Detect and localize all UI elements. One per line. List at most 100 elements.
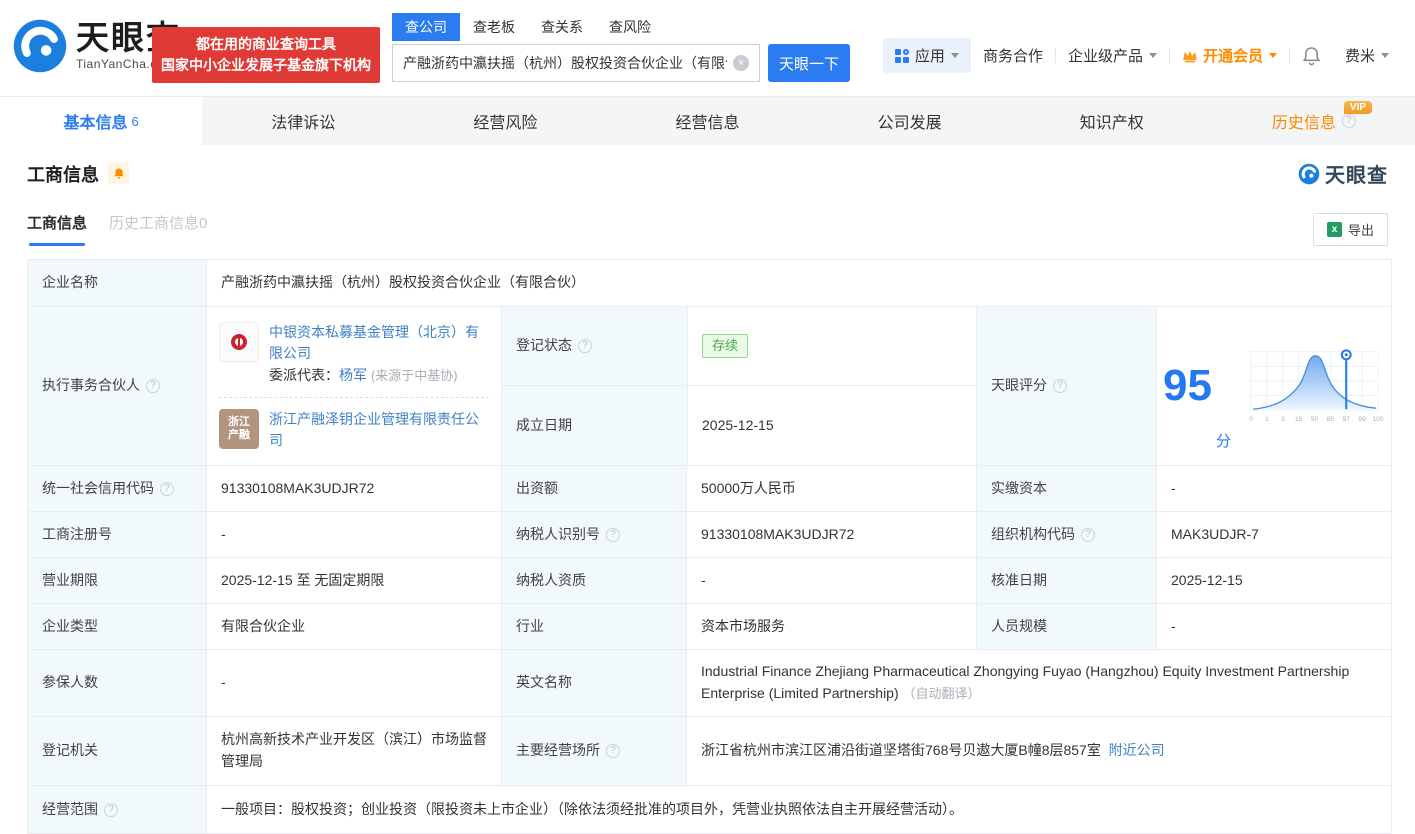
field-label: 纳税人识别号 (501, 512, 686, 557)
field-label: 天眼评分 (976, 307, 1156, 465)
help-icon[interactable] (606, 744, 620, 758)
score-value: 95 (1163, 364, 1212, 408)
nav-enterprise-products[interactable]: 企业级产品 (1056, 45, 1169, 66)
help-icon[interactable] (1342, 114, 1356, 128)
tab-history-info[interactable]: 历史信息 VIP (1213, 97, 1415, 145)
capital-value: 50000万人民币 (686, 466, 976, 511)
slogan-line1: 都在用的商业查询工具 (158, 34, 374, 55)
tianyancha-logo-icon (1298, 163, 1320, 185)
subtab-business-info[interactable]: 工商信息 (27, 212, 87, 246)
search-tab-boss[interactable]: 查老板 (460, 13, 528, 41)
search-tabs: 查公司 查老板 查关系 查风险 (392, 13, 850, 41)
taxpayer-id-value: 91330108MAK3UDJR72 (686, 512, 976, 557)
help-icon[interactable] (1081, 528, 1095, 542)
field-label: 经营范围 (28, 786, 206, 833)
tab-operating-info[interactable]: 经营信息 (606, 97, 808, 145)
search-tab-risk[interactable]: 查风险 (596, 13, 664, 41)
table-row: 营业期限 2025-12-15 至 无固定期限 纳税人资质 - 核准日期 202… (28, 558, 1391, 604)
company-name-value: 产融浙药中瀛扶摇（杭州）股权投资合伙企业（有限合伙） (206, 260, 1392, 306)
field-label: 参保人数 (28, 650, 206, 716)
export-button[interactable]: 导出 (1313, 213, 1388, 246)
business-address-value: 浙江省杭州市滨江区浦沿街道坚塔街768号贝遨大厦B幢8层857室 附近公司 (686, 717, 1392, 785)
help-icon[interactable] (1053, 379, 1067, 393)
svg-text:0: 0 (1249, 416, 1253, 423)
svg-text:1: 1 (1265, 416, 1269, 423)
subscribe-bell-icon[interactable] (108, 163, 129, 184)
tianyancha-watermark: 天眼查 (1298, 159, 1388, 188)
apps-grid-icon (895, 49, 909, 63)
nav-cooperation[interactable]: 商务合作 (971, 45, 1055, 66)
slogan-banner: 都在用的商业查询工具 国家中小企业发展子基金旗下机构 (152, 27, 380, 83)
subtab-history-business-info[interactable]: 历史工商信息0 (109, 212, 207, 246)
taxpayer-qualification-value: - (686, 558, 976, 603)
nav-open-vip[interactable]: 开通会员 (1170, 45, 1289, 66)
field-label: 企业类型 (28, 604, 206, 649)
chevron-down-icon (1269, 53, 1277, 58)
field-label: 登记状态 (502, 307, 687, 386)
tianyancha-logo-icon (12, 18, 68, 74)
search-tab-relation[interactable]: 查关系 (528, 13, 596, 41)
company-tab-bar: 基本信息 6 法律诉讼 经营风险 经营信息 公司发展 知识产权 历史信息 VIP (0, 96, 1415, 145)
svg-text:97: 97 (1343, 416, 1351, 423)
field-label: 组织机构代码 (976, 512, 1156, 557)
search-input[interactable]: 产融浙药中瀛扶摇（杭州）股权投资合伙企业（有限合 (392, 44, 760, 82)
registration-authority-value: 杭州高新技术产业开发区（滨江）市场监督管理局 (206, 717, 501, 785)
field-label: 行业 (501, 604, 686, 649)
score-distribution-chart: 0 1 3 15 50 85 97 99 100 (1243, 345, 1386, 427)
tab-legal-proceedings[interactable]: 法律诉讼 (202, 97, 404, 145)
help-icon[interactable] (104, 803, 118, 817)
english-name-value: Industrial Finance Zhejiang Pharmaceutic… (686, 650, 1392, 716)
nearby-companies-link[interactable]: 附近公司 (1109, 742, 1165, 758)
tab-intellectual-property[interactable]: 知识产权 (1011, 97, 1213, 145)
nav-user[interactable]: 费米 (1333, 45, 1401, 66)
partner-logo (219, 322, 259, 362)
field-label: 统一社会信用代码 (28, 466, 206, 511)
tab-company-development[interactable]: 公司发展 (809, 97, 1011, 145)
field-label: 人员规模 (976, 604, 1156, 649)
status-badge: 存续 (702, 334, 748, 358)
search-area: 查公司 查老板 查关系 查风险 产融浙药中瀛扶摇（杭州）股权投资合伙企业（有限合… (392, 13, 850, 82)
industry-value: 资本市场服务 (686, 604, 976, 649)
table-row: 执行事务合伙人 中银资本私募基金管理（北京）有限公司 委派代表：杨军 (来源于中… (28, 307, 1391, 466)
table-row: 企业类型 有限合伙企业 行业 资本市场服务 人员规模 - (28, 604, 1391, 650)
partner-item: 中银资本私募基金管理（北京）有限公司 委派代表：杨军 (来源于中基协) (219, 311, 489, 397)
partner-link[interactable]: 浙江产融泽钥企业管理有限责任公司 (269, 411, 479, 448)
top-nav: 应用 商务合作 企业级产品 开通会员 费米 (883, 38, 1401, 73)
tab-basic-info[interactable]: 基本信息 6 (0, 97, 202, 145)
svg-text:50: 50 (1311, 416, 1319, 423)
help-icon[interactable] (606, 528, 620, 542)
field-label: 出资额 (501, 466, 686, 511)
field-label: 营业期限 (28, 558, 206, 603)
staff-size-value: - (1156, 604, 1392, 649)
insured-count-value: - (206, 650, 501, 716)
section-title: 工商信息 (27, 161, 99, 187)
partner-link[interactable]: 中银资本私募基金管理（北京）有限公司 (269, 324, 479, 361)
page-header: 天眼查 TianYanCha.com 都在用的商业查询工具 国家中小企业发展子基… (0, 0, 1415, 96)
approval-date-value: 2025-12-15 (1156, 558, 1392, 603)
field-label: 工商注册号 (28, 512, 206, 557)
search-button[interactable]: 天眼一下 (768, 44, 850, 82)
help-icon[interactable] (160, 482, 174, 496)
boc-emblem-icon (231, 334, 247, 350)
reg-no-value: - (206, 512, 501, 557)
notification-bell-icon[interactable] (1290, 46, 1333, 66)
help-icon[interactable] (146, 379, 160, 393)
nav-apps[interactable]: 应用 (883, 38, 971, 73)
vip-badge: VIP (1344, 101, 1372, 114)
search-tab-company[interactable]: 查公司 (392, 13, 460, 41)
org-code-value: MAK3UDJR-7 (1156, 512, 1392, 557)
representative-link[interactable]: 杨军 (339, 367, 367, 383)
field-label: 成立日期 (502, 386, 687, 465)
table-row: 参保人数 - 英文名称 Industrial Finance Zhejiang … (28, 650, 1391, 717)
table-row: 统一社会信用代码 91330108MAK3UDJR72 出资额 50000万人民… (28, 466, 1391, 512)
field-label: 英文名称 (501, 650, 686, 716)
status-value: 存续 (687, 307, 976, 386)
company-type-value: 有限合伙企业 (206, 604, 501, 649)
tab-operating-risk[interactable]: 经营风险 (404, 97, 606, 145)
help-icon[interactable] (578, 339, 592, 353)
paid-capital-value: - (1156, 466, 1392, 511)
search-value: 产融浙药中瀛扶摇（杭州）股权投资合伙企业（有限合 (403, 53, 727, 73)
crown-icon (1182, 49, 1198, 63)
tab-count: 6 (131, 114, 138, 129)
clear-icon[interactable] (733, 55, 749, 71)
